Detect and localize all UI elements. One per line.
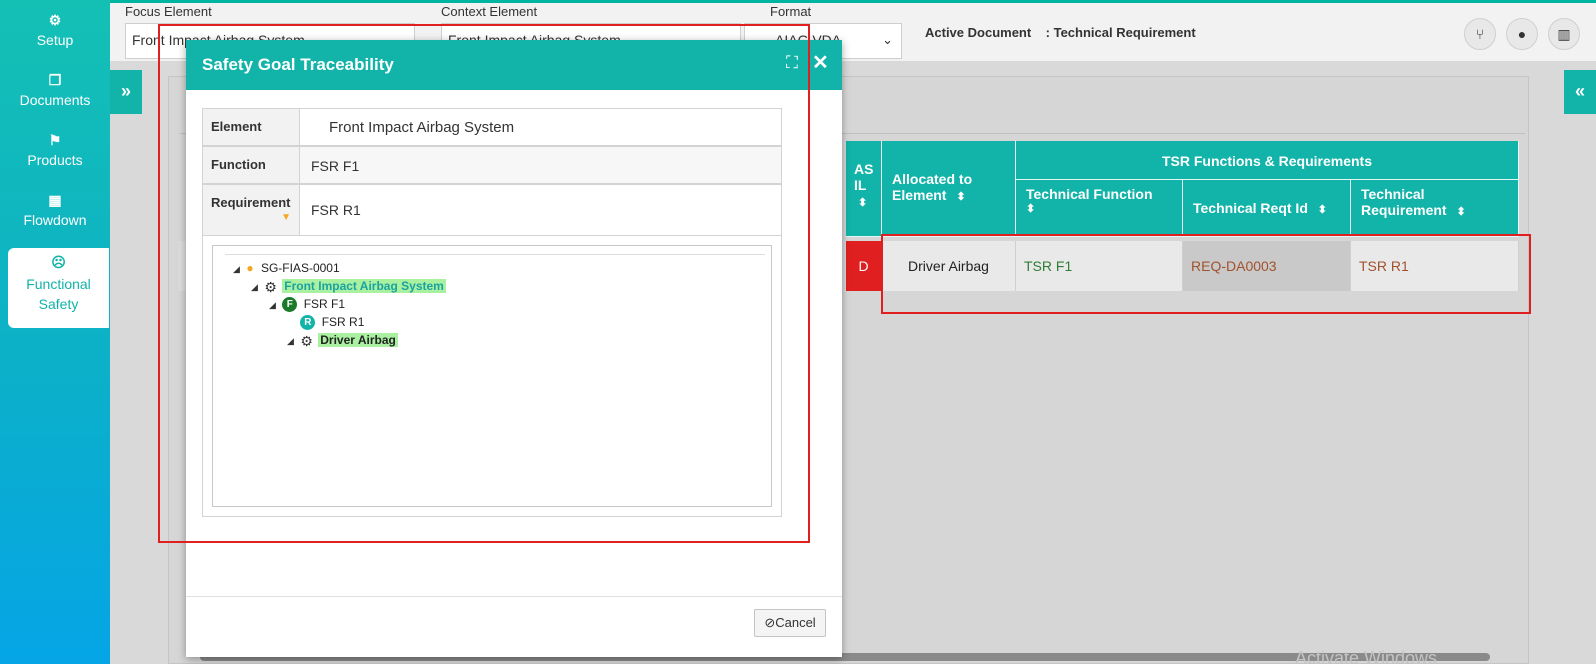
context-element-label: Context Element — [441, 4, 538, 19]
sidebar-item-label: Products — [27, 152, 83, 168]
header-tsr-group: TSR Functions & Requirements — [1016, 141, 1519, 180]
flag-icon: ⚑ — [48, 132, 62, 148]
collapse-right-panel-button[interactable]: « — [1564, 70, 1596, 114]
sort-icon: ⬍ — [1317, 204, 1327, 216]
cell-asil: D — [846, 241, 882, 291]
sidebar-item-documents[interactable]: ❐ Documents — [0, 68, 110, 128]
chevron-down-icon: ⌄ — [882, 32, 893, 47]
sidebar-item-setup[interactable]: ⚙ Setup — [0, 8, 110, 68]
header-technical-function-label: Technical Function — [1026, 186, 1153, 202]
sidebar-item-functional-safety[interactable]: ☹ Functional Safety — [8, 248, 109, 328]
header-allocated-to-element[interactable]: Allocated to Element ⬍ — [882, 141, 1016, 237]
sort-icon: ⬍ — [858, 197, 868, 209]
hazard-icon: ☹ — [51, 254, 66, 270]
dialog-footer: ⊘Cancel — [186, 596, 842, 657]
branch-icon[interactable]: ⑂ — [1464, 18, 1496, 50]
active-document-value: : Technical Requirement — [1045, 25, 1196, 40]
sort-icon: ⬍ — [1456, 206, 1466, 218]
expand-left-panel-button[interactable]: » — [110, 70, 142, 114]
sidebar: ⚙ Setup ❐ Documents ⚑ Products ▦ Flowdow… — [0, 0, 110, 664]
chart-icon[interactable]: ▥ — [1548, 18, 1580, 50]
focus-element-label: Focus Element — [125, 4, 212, 19]
sort-icon: ⬍ — [1026, 203, 1036, 215]
format-label: Format — [770, 4, 812, 19]
header-asil-line2: IL — [854, 177, 867, 193]
drop-icon[interactable]: ● — [1506, 18, 1538, 50]
close-icon[interactable]: ✕ — [812, 50, 829, 75]
active-document-label: Active Document — [925, 25, 1032, 40]
cancel-icon: ⊘ — [764, 615, 776, 630]
header-technical-reqt-id-label: Technical Reqt Id — [1193, 200, 1308, 216]
header-asil[interactable]: AS IL ⬍ — [846, 141, 882, 237]
highlight-box-table — [881, 234, 1531, 314]
sort-icon: ⬍ — [956, 191, 966, 203]
header-technical-function[interactable]: Technical Function ⬍ — [1016, 180, 1183, 237]
header-asil-line1: AS — [854, 161, 874, 177]
sidebar-item-label: Setup — [36, 32, 74, 48]
header-technical-reqt-id[interactable]: Technical Reqt Id ⬍ — [1183, 180, 1351, 237]
active-document: Active Document : Technical Requirement — [925, 25, 1196, 40]
building-icon: ▦ — [48, 192, 62, 208]
gears-icon: ⚙ — [48, 12, 62, 28]
cancel-label: Cancel — [775, 615, 816, 630]
header-technical-requirement[interactable]: Technical Requirement ⬍ — [1351, 180, 1519, 237]
highlight-box-dialog — [158, 24, 810, 543]
sidebar-item-label-line1: Functional — [26, 276, 91, 292]
copy-icon: ❐ — [48, 72, 62, 88]
sidebar-item-label-line2: Safety — [38, 296, 79, 312]
cancel-button[interactable]: ⊘Cancel — [754, 609, 826, 637]
sidebar-item-flowdown[interactable]: ▦ Flowdown — [0, 188, 110, 248]
sidebar-item-label: Flowdown — [23, 212, 87, 228]
sidebar-item-label: Documents — [19, 92, 91, 108]
sidebar-item-products[interactable]: ⚑ Products — [0, 128, 110, 188]
header-technical-requirement-label: Technical Requirement — [1361, 186, 1447, 218]
watermark: Activate Windows — [1295, 648, 1438, 664]
